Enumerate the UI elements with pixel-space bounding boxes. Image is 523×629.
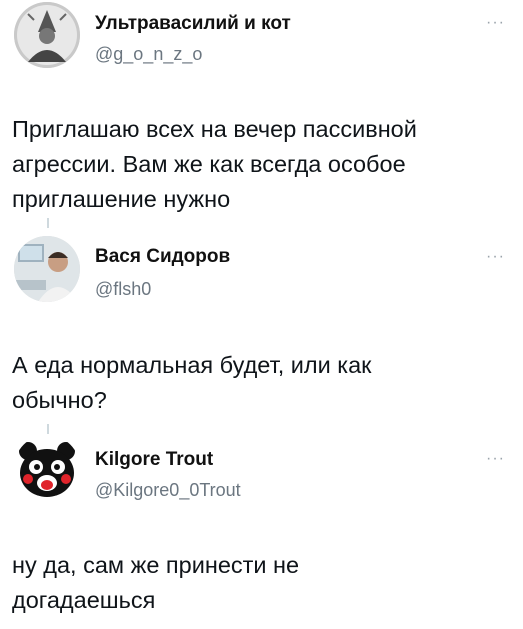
avatar-kumamon[interactable] (14, 435, 80, 501)
display-name[interactable]: Kilgore Trout (95, 449, 213, 471)
handle[interactable]: @Kilgore0_0Trout (95, 480, 241, 501)
avatar-vasya[interactable] (14, 236, 80, 302)
handle[interactable]: @g_o_n_z_o (95, 44, 202, 65)
more-icon[interactable]: ··· (486, 249, 505, 265)
tweet-text: ну да, сам же принести не догадаешься (12, 552, 300, 613)
tweet-text: Приглашаю всех на вечер пассивной агресс… (12, 116, 417, 212)
thread-line (47, 218, 49, 228)
wizard-avatar-image (14, 2, 80, 68)
tweet-2: Вася Сидоров @flsh0 ··· А еда нормальная… (0, 228, 523, 423)
black-bear-avatar-image (14, 435, 80, 501)
more-icon[interactable]: ··· (486, 451, 505, 467)
tweet-1: Ультравасилий и кот @g_o_n_z_o ··· Пригл… (0, 0, 523, 215)
display-name[interactable]: Ультравасилий и кот (95, 13, 291, 35)
tweet-3: Kilgore Trout @Kilgore0_0Trout ··· ну да… (0, 434, 523, 629)
display-name[interactable]: Вася Сидоров (95, 246, 230, 268)
man-at-computer-avatar-image (14, 236, 80, 302)
handle[interactable]: @flsh0 (95, 279, 151, 300)
thread-line (47, 424, 49, 434)
tweet-text: А еда нормальная будет, или как обычно? (12, 352, 372, 413)
more-icon[interactable]: ··· (486, 15, 505, 31)
avatar-wizard[interactable] (14, 2, 80, 68)
